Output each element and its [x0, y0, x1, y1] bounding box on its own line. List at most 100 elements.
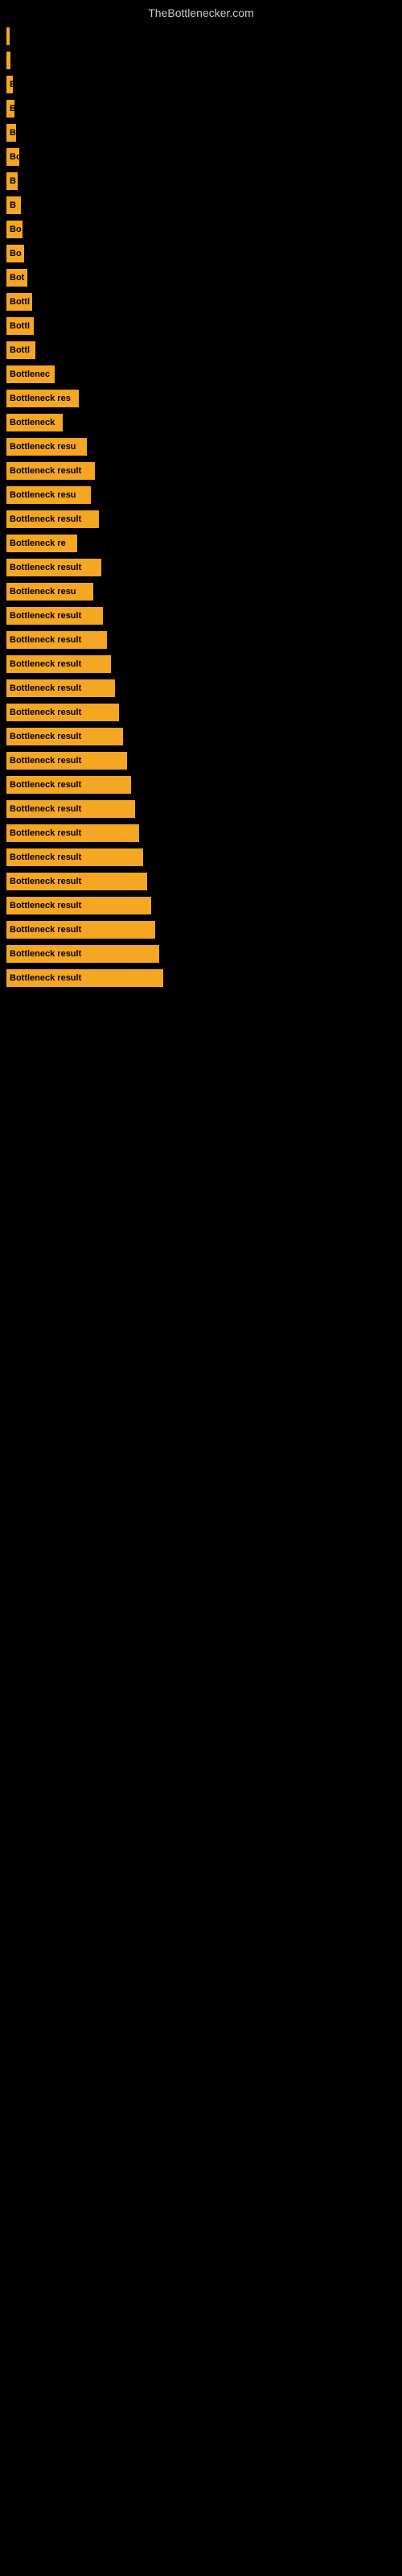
bar-row: Bottl	[6, 290, 402, 314]
bar-label-13: Bottl	[10, 345, 30, 355]
bar-label-23: Bottleneck resu	[10, 587, 76, 597]
bar-label-3: B	[10, 104, 14, 114]
bar-label-10: Bot	[10, 273, 24, 283]
bar-9: Bo	[6, 245, 24, 262]
bars-container: E B B Bo B B Bo Bo Bot Bottl Bottl Bottl Bottlenec Bo…	[0, 24, 402, 990]
bar-36: Bottleneck result	[6, 897, 151, 914]
bar-row: Bottleneck result	[6, 700, 402, 724]
bar-33: Bottleneck result	[6, 824, 139, 842]
bar-4: B	[6, 124, 16, 142]
bar-label-31: Bottleneck result	[10, 780, 81, 790]
bar-row: Bottleneck result	[6, 555, 402, 580]
bar-row: Bo	[6, 217, 402, 242]
bar-label-2: E	[10, 80, 13, 89]
bar-16: Bottleneck	[6, 414, 63, 431]
bar-row: E	[6, 72, 402, 97]
bar-35: Bottleneck result	[6, 873, 147, 890]
bar-row: Bottleneck result	[6, 821, 402, 845]
bar-row: B	[6, 97, 402, 121]
bar-label-21: Bottleneck re	[10, 539, 66, 548]
bar-14: Bottlenec	[6, 365, 55, 383]
bar-label-11: Bottl	[10, 297, 30, 307]
bar-row: Bottleneck resu	[6, 580, 402, 604]
bar-24: Bottleneck result	[6, 607, 103, 625]
bar-label-22: Bottleneck result	[10, 563, 81, 572]
bar-label-29: Bottleneck result	[10, 732, 81, 741]
bar-label-9: Bo	[10, 249, 22, 258]
bar-row: Bottleneck	[6, 411, 402, 435]
bar-label-12: Bottl	[10, 321, 30, 331]
bar-row: Bottleneck result	[6, 797, 402, 821]
bar-label-28: Bottleneck result	[10, 708, 81, 717]
bar-8: Bo	[6, 221, 23, 238]
bar-row: B	[6, 121, 402, 145]
bar-row: Bottleneck result	[6, 652, 402, 676]
bar-label-32: Bottleneck result	[10, 804, 81, 814]
bar-row	[6, 48, 402, 72]
bar-22: Bottleneck result	[6, 559, 101, 576]
bar-label-20: Bottleneck result	[10, 514, 81, 524]
site-title: TheBottlenecker.com	[0, 0, 402, 26]
bar-15: Bottleneck res	[6, 390, 79, 407]
bar-28: Bottleneck result	[6, 704, 119, 721]
bar-label-36: Bottleneck result	[10, 901, 81, 910]
bar-label-14: Bottlenec	[10, 369, 50, 379]
bar-row: B	[6, 169, 402, 193]
bar-30: Bottleneck result	[6, 752, 127, 770]
bar-row: Bottleneck result	[6, 507, 402, 531]
bar-row: B	[6, 193, 402, 217]
bar-21: Bottleneck re	[6, 535, 77, 552]
bar-label-5: Bo	[10, 152, 19, 162]
bar-row: Bottleneck result	[6, 966, 402, 990]
bar-row: Bottl	[6, 338, 402, 362]
bar-6: B	[6, 172, 18, 190]
bar-39: Bottleneck result	[6, 969, 163, 987]
bar-label-33: Bottleneck result	[10, 828, 81, 838]
bar-38: Bottleneck result	[6, 945, 159, 963]
bar-13: Bottl	[6, 341, 35, 359]
bar-2: E	[6, 76, 13, 93]
bar-label-39: Bottleneck result	[10, 973, 81, 983]
bar-row: Bottleneck re	[6, 531, 402, 555]
bar-19: Bottleneck resu	[6, 486, 91, 504]
bar-label-38: Bottleneck result	[10, 949, 81, 959]
bar-label-8: Bo	[10, 225, 22, 234]
bar-5: Bo	[6, 148, 19, 166]
bar-label-30: Bottleneck result	[10, 756, 81, 766]
bar-row: Bottleneck result	[6, 869, 402, 894]
bar-34: Bottleneck result	[6, 848, 143, 866]
bar-23: Bottleneck resu	[6, 583, 93, 601]
bar-row: Bot	[6, 266, 402, 290]
bar-32: Bottleneck result	[6, 800, 135, 818]
bar-12: Bottl	[6, 317, 34, 335]
bar-label-16: Bottleneck	[10, 418, 55, 427]
bar-label-34: Bottleneck result	[10, 852, 81, 862]
bar-label-15: Bottleneck res	[10, 394, 71, 403]
bar-0	[6, 27, 10, 45]
bar-row: Bottleneck result	[6, 749, 402, 773]
bar-row	[6, 24, 402, 48]
bar-row: Bottleneck result	[6, 918, 402, 942]
bar-label-6: B	[10, 176, 16, 186]
bar-label-27: Bottleneck result	[10, 683, 81, 693]
bar-row: Bottlenec	[6, 362, 402, 386]
bar-label-37: Bottleneck result	[10, 925, 81, 935]
bar-10: Bot	[6, 269, 27, 287]
bar-26: Bottleneck result	[6, 655, 111, 673]
bar-label-4: B	[10, 128, 16, 138]
bar-label-7: B	[10, 200, 16, 210]
bar-row: Bottleneck result	[6, 724, 402, 749]
bar-row: Bottleneck resu	[6, 435, 402, 459]
bar-label-18: Bottleneck result	[10, 466, 81, 476]
bar-row: Bottleneck result	[6, 628, 402, 652]
bar-label-19: Bottleneck resu	[10, 490, 76, 500]
bar-row: Bottleneck result	[6, 894, 402, 918]
bar-label-17: Bottleneck resu	[10, 442, 76, 452]
bar-31: Bottleneck result	[6, 776, 131, 794]
bar-row: Bottleneck result	[6, 845, 402, 869]
bar-row: Bottleneck result	[6, 773, 402, 797]
bar-11: Bottl	[6, 293, 32, 311]
bar-row: Bottl	[6, 314, 402, 338]
bar-25: Bottleneck result	[6, 631, 107, 649]
bar-row: Bottleneck res	[6, 386, 402, 411]
